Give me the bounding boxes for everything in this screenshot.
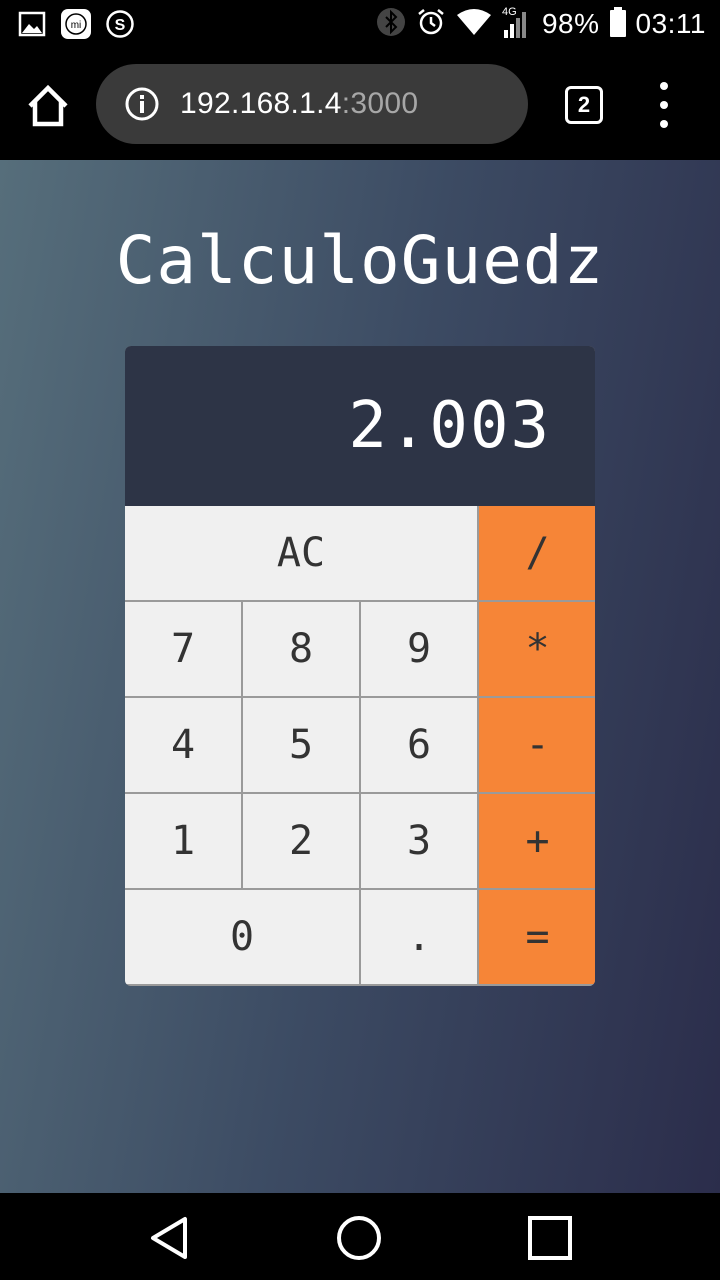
info-icon[interactable] xyxy=(124,86,160,122)
overflow-menu-icon[interactable] xyxy=(650,82,678,128)
browser-toolbar: 192.168.1.4:3000 2 xyxy=(0,48,720,160)
digit-9-button[interactable]: 9 xyxy=(361,602,477,696)
clock: 03:11 xyxy=(635,8,706,39)
digit-7-button[interactable]: 7 xyxy=(125,602,241,696)
notification-icons: mi S xyxy=(16,8,136,40)
bluetooth-icon xyxy=(376,7,406,41)
digit-4-button[interactable]: 4 xyxy=(125,698,241,792)
battery-percent: 98% xyxy=(541,8,600,39)
calculator-display: 2.003 xyxy=(125,346,595,506)
digit-6-button[interactable]: 6 xyxy=(361,698,477,792)
home-icon[interactable] xyxy=(24,82,72,130)
recents-icon[interactable] xyxy=(527,1215,573,1261)
equals-button[interactable]: = xyxy=(479,890,595,984)
subtract-button[interactable]: - xyxy=(479,698,595,792)
digit-5-button[interactable]: 5 xyxy=(243,698,359,792)
svg-text:mi: mi xyxy=(71,20,82,31)
add-button[interactable]: + xyxy=(479,794,595,888)
url-port: :3000 xyxy=(341,87,419,120)
digit-8-button[interactable]: 8 xyxy=(243,602,359,696)
app-title: CalculoGuedz xyxy=(115,222,605,299)
url-text: 192.168.1.4:3000 xyxy=(180,87,418,121)
digit-2-button[interactable]: 2 xyxy=(243,794,359,888)
svg-text:S: S xyxy=(115,17,126,34)
multiply-button[interactable]: * xyxy=(479,602,595,696)
home-circle-icon[interactable] xyxy=(336,1215,382,1261)
decimal-button[interactable]: . xyxy=(361,890,477,984)
battery-icon xyxy=(609,7,626,41)
system-status: 4G 98% 03:11 xyxy=(376,6,706,42)
mi-icon: mi xyxy=(60,8,92,40)
keypad: AC / 7 8 9 * 4 5 6 - 1 2 3 + 0 . = xyxy=(125,506,595,986)
digit-3-button[interactable]: 3 xyxy=(361,794,477,888)
digit-1-button[interactable]: 1 xyxy=(125,794,241,888)
back-icon[interactable] xyxy=(147,1215,193,1261)
divide-button[interactable]: / xyxy=(479,506,595,600)
calculator: 2.003 AC / 7 8 9 * 4 5 6 - 1 2 3 + 0 . = xyxy=(125,346,595,986)
alarm-icon xyxy=(416,7,446,41)
navigation-bar xyxy=(0,1193,720,1280)
wifi-icon xyxy=(456,8,492,40)
url-host: 192.168.1.4 xyxy=(180,87,342,120)
address-bar[interactable]: 192.168.1.4:3000 xyxy=(96,64,528,144)
tab-switcher-button[interactable]: 2 xyxy=(565,86,603,124)
status-bar: mi S 4G 98% 03:11 xyxy=(0,0,720,48)
clear-button[interactable]: AC xyxy=(125,506,477,600)
s-icon: S xyxy=(104,8,136,40)
web-page: CalculoGuedz 2.003 AC / 7 8 9 * 4 5 6 - … xyxy=(0,160,720,1193)
digit-0-button[interactable]: 0 xyxy=(125,890,359,984)
gallery-icon xyxy=(16,8,48,40)
cell-signal-icon: 4G xyxy=(502,6,532,40)
